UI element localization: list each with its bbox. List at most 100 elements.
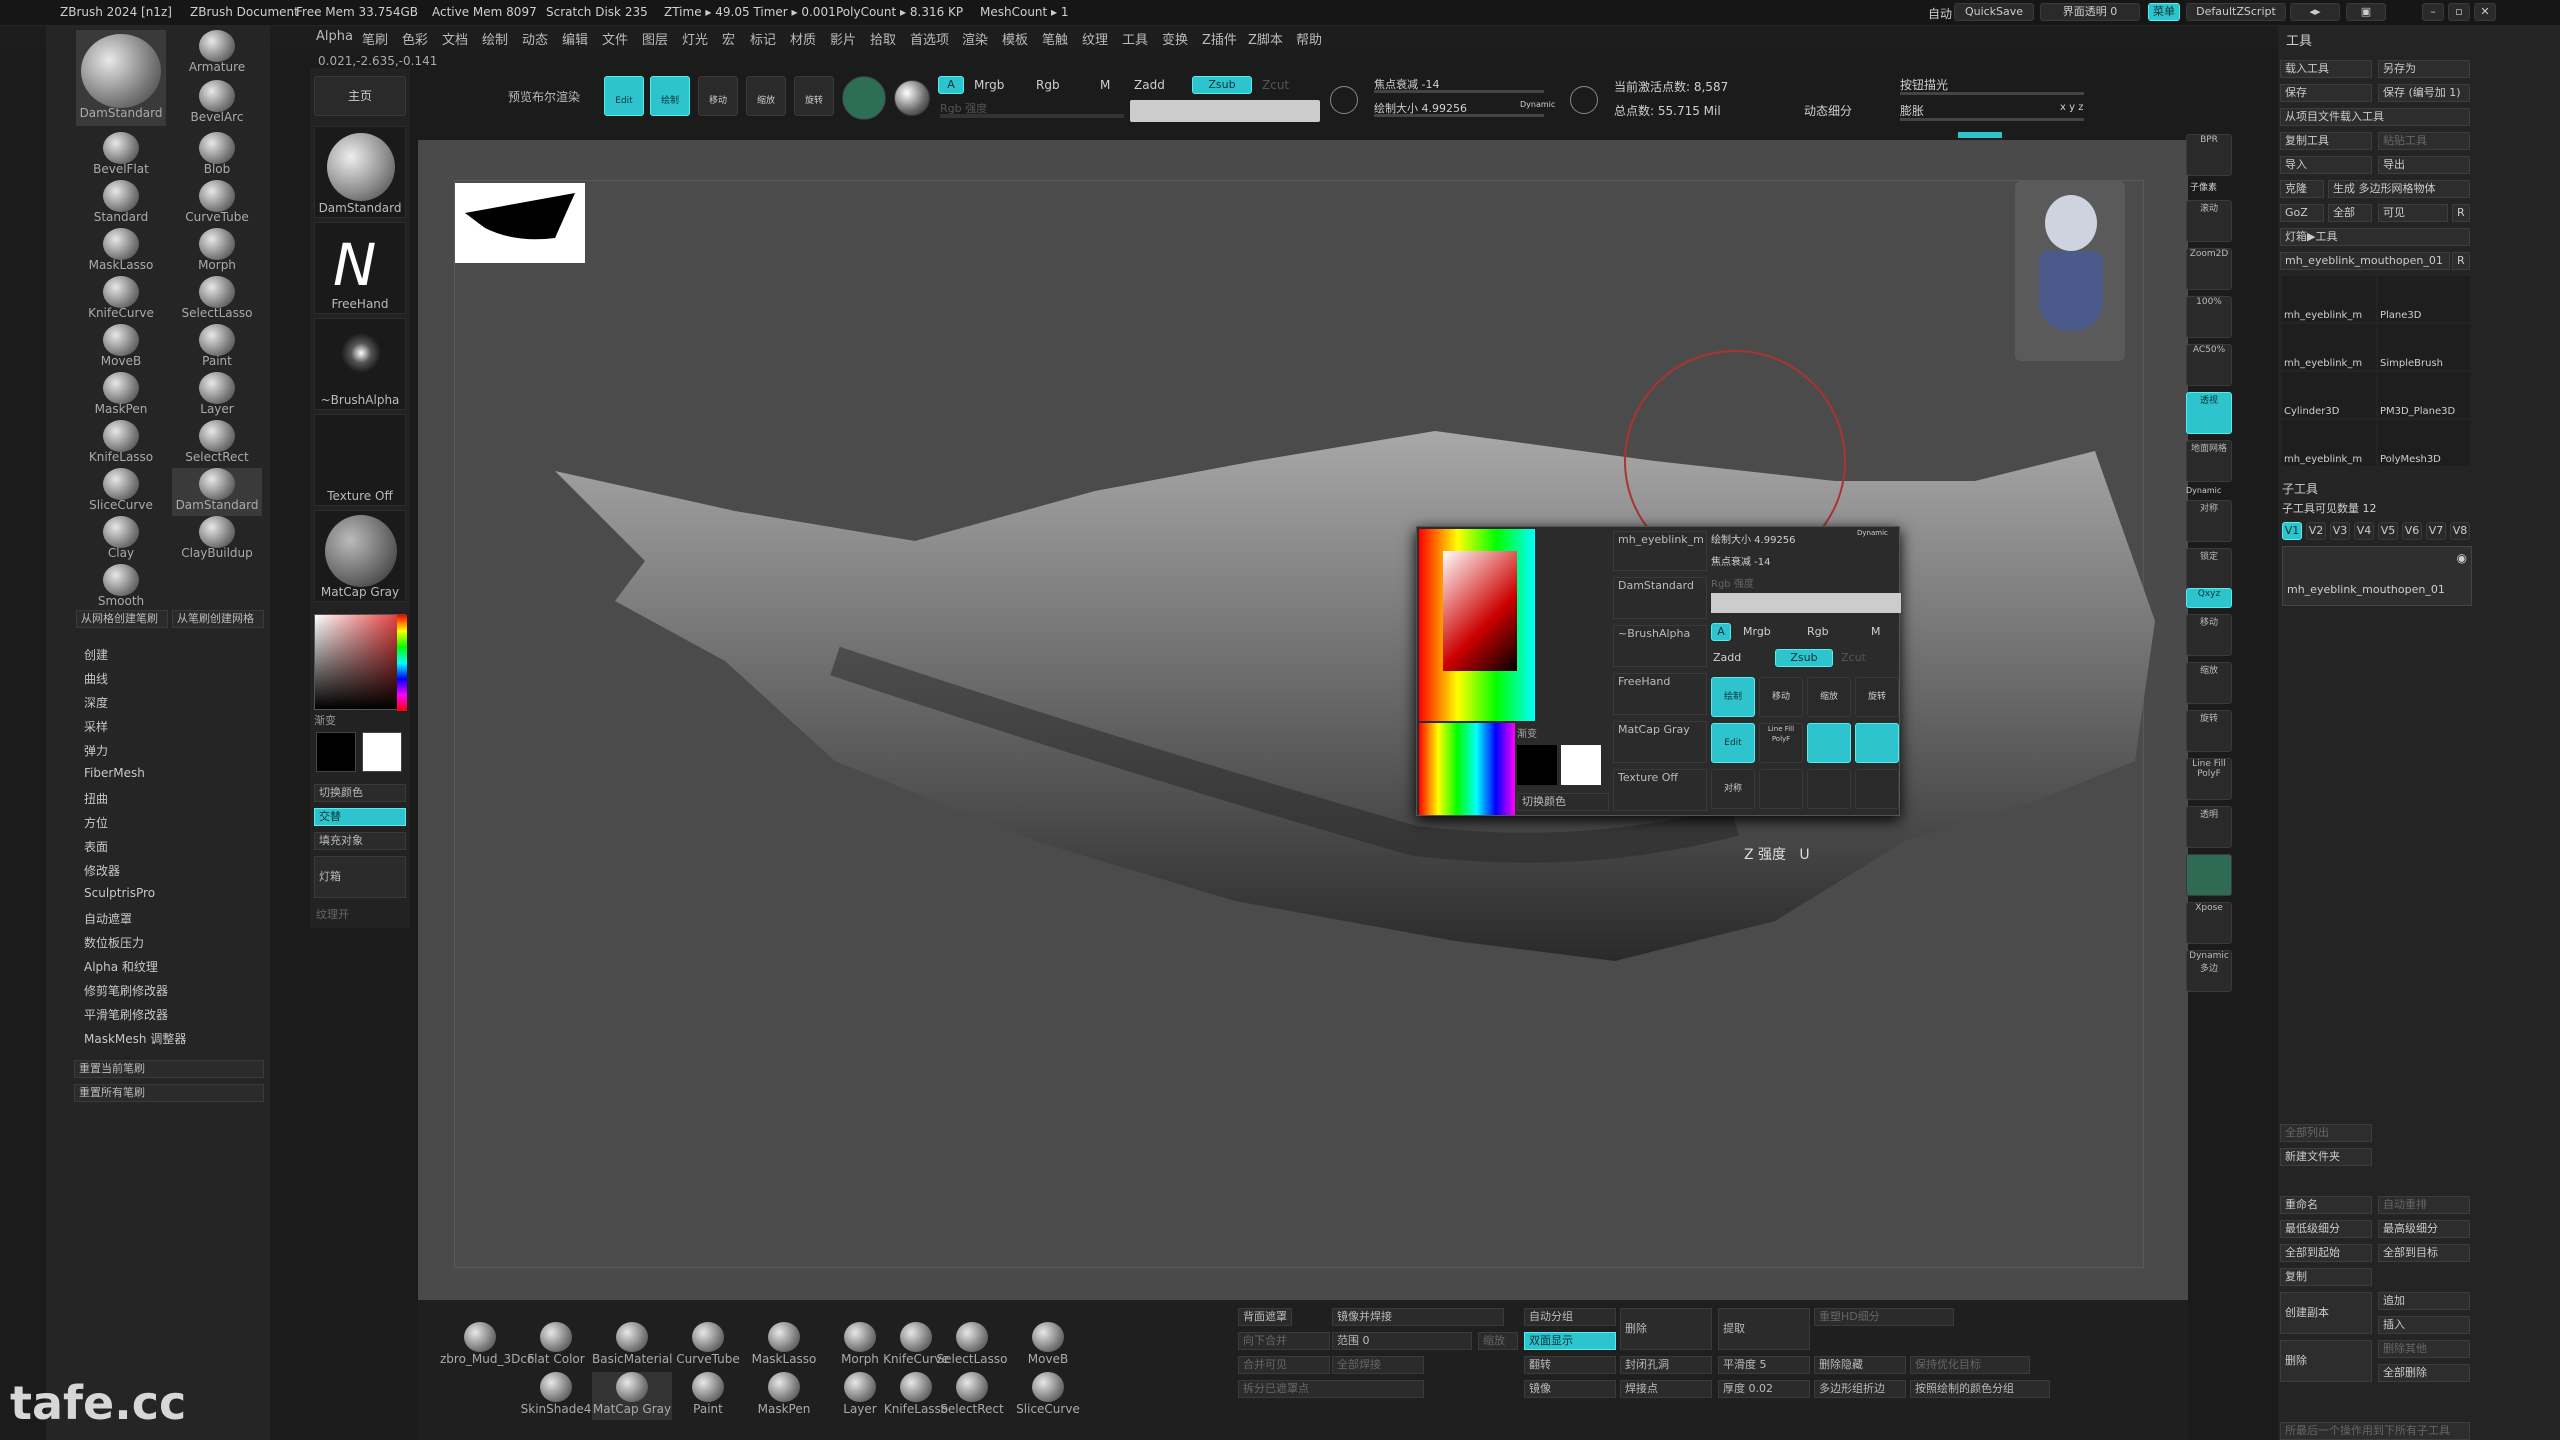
version-v5[interactable]: V5 [2378, 522, 2398, 540]
bottom-tool-selectlasso[interactable]: SelectLasso [932, 1322, 1012, 1370]
brush-damstandard-2[interactable]: DamStandard [172, 468, 262, 516]
focal-shift-slider[interactable] [1374, 90, 1544, 93]
material-sphere-icon[interactable] [894, 80, 930, 116]
menu-tablet-pressure[interactable]: 数位板压力 [84, 934, 144, 951]
split-masked-button[interactable]: 拆分已遮罩点 [1238, 1380, 1424, 1398]
bool-render-label[interactable]: 预览布尔渲染 [508, 88, 580, 105]
popup-frame-icon[interactable] [1855, 769, 1899, 809]
mirror-weld-button[interactable]: 镜像并焊接 [1332, 1308, 1504, 1326]
menu-item[interactable]: 工具 [1122, 29, 1148, 48]
shelf-rotate-button[interactable]: 旋转 [2186, 710, 2232, 752]
version-v4[interactable]: V4 [2354, 522, 2374, 540]
xyz-axes[interactable]: x y z [2060, 102, 2083, 113]
flip-button[interactable]: 翻转 [1524, 1356, 1616, 1374]
reproject-hd-button[interactable]: 重塑HD细分 [1814, 1308, 1954, 1326]
delete-button[interactable]: 删除 [1620, 1308, 1712, 1350]
duplicate-button[interactable]: 复制 [2280, 1268, 2372, 1286]
tool-thumb-3[interactable]: mh_eyeblink_m [2282, 324, 2376, 370]
brush-clay[interactable]: Clay [76, 516, 166, 564]
popup-zoom-icon[interactable] [1759, 769, 1803, 809]
weld-points-button[interactable]: 焊接点 [1620, 1380, 1712, 1398]
popup-switch-color[interactable]: 切换颜色 [1517, 793, 1609, 811]
smooth-slider[interactable]: 平滑度 5 [1718, 1356, 1810, 1374]
window-tiles-icon[interactable]: ▣ [2346, 3, 2386, 21]
fill-object-button[interactable]: 填充对象 [314, 832, 406, 850]
weld-all-button[interactable]: 全部焊接 [1332, 1356, 1424, 1374]
auto-groups-button[interactable]: 自动分组 [1524, 1308, 1616, 1326]
menu-twist[interactable]: 扭曲 [84, 790, 108, 807]
tool-thumb-2[interactable]: Plane3D [2378, 276, 2470, 322]
group-by-color-button[interactable]: 按照绘制的颜色分组 [1910, 1380, 2050, 1398]
tool-thumb-1[interactable]: mh_eyeblink_m [2282, 276, 2376, 322]
delete-all-button[interactable]: 全部删除 [2378, 1364, 2470, 1382]
preserve-target-button[interactable]: 保持优化目标 [1910, 1356, 2030, 1374]
goz-all-button[interactable]: 全部 [2328, 204, 2372, 222]
m-toggle[interactable]: M [1100, 78, 1110, 92]
save-inc-button[interactable]: 保存 (编号加 1) [2378, 84, 2470, 102]
auto-reorder-button[interactable]: 自动重排 [2378, 1196, 2470, 1214]
menu-item[interactable]: 拾取 [870, 29, 896, 48]
tool-thumb-6[interactable]: PM3D_Plane3D [2378, 372, 2470, 418]
brush-smooth[interactable]: Smooth [76, 564, 166, 612]
version-v6[interactable]: V6 [2402, 522, 2422, 540]
version-v3[interactable]: V3 [2330, 522, 2350, 540]
merge-visible-button[interactable]: 合并可见 [1238, 1356, 1330, 1374]
brush-masklasso[interactable]: MaskLasso [76, 228, 166, 276]
brush-morph[interactable]: Morph [172, 228, 262, 276]
bottom-tool-curvetube[interactable]: CurveTube [668, 1322, 748, 1370]
a-toggle[interactable]: A [938, 76, 964, 94]
gizmo-icon[interactable] [842, 76, 886, 120]
polygroup-crease-button[interactable]: 多边形组折边 [1814, 1380, 1906, 1398]
popup-main-color[interactable] [1561, 745, 1601, 785]
all-to-start-button[interactable]: 全部到起始 [2280, 1244, 2372, 1262]
dynamic-poly-button[interactable]: Dynamic 多边 [2186, 950, 2232, 992]
menu-sculptrispro[interactable]: SculptrisPro [84, 886, 155, 900]
menu-item[interactable]: 标记 [750, 29, 776, 48]
popup-brush[interactable]: DamStandard [1613, 577, 1707, 619]
bottom-tool-matcapgray[interactable]: MatCap Gray [592, 1372, 672, 1420]
layout-icon[interactable]: ◂▸ [2290, 3, 2340, 21]
menu-item[interactable]: 影片 [830, 29, 856, 48]
brush-moveb[interactable]: MoveB [76, 324, 166, 372]
bottom-tool-mud[interactable]: zbro_Mud_3Dco [440, 1322, 534, 1370]
bottom-tool-skinshade[interactable]: SkinShade4 [516, 1372, 596, 1420]
version-v1[interactable]: V1 [2282, 522, 2302, 540]
popup-sym[interactable]: 对称 [1711, 769, 1755, 809]
menu-item[interactable]: 渲染 [962, 29, 988, 48]
stroke-slot[interactable]: Ν FreeHand [314, 222, 406, 314]
actual-button[interactable]: 100% [2186, 296, 2232, 338]
bottom-tool-flatcolor[interactable]: Flat Color [516, 1322, 596, 1370]
menu-item[interactable]: 动态 [522, 29, 548, 48]
shelf-scale-button[interactable]: 缩放 [2186, 662, 2232, 704]
load-from-project-button[interactable]: 从项目文件载入工具 [2280, 108, 2470, 126]
draw-size-slider[interactable] [1374, 114, 1544, 117]
menu-item[interactable]: 绘制 [482, 29, 508, 48]
version-v7[interactable]: V7 [2426, 522, 2446, 540]
minimize-icon[interactable]: – [2422, 3, 2444, 21]
menu-item[interactable]: 图层 [642, 29, 668, 48]
brush-knifecurve[interactable]: KnifeCurve [76, 276, 166, 324]
menu-item[interactable]: 首选项 [910, 29, 949, 48]
menu-item[interactable]: 文件 [602, 29, 628, 48]
insert-button[interactable]: 插入 [2378, 1316, 2470, 1334]
import-button[interactable]: 导入 [2280, 156, 2372, 174]
bottom-tool-basicmaterial[interactable]: BasicMaterial [592, 1322, 673, 1370]
save-as-button[interactable]: 另存为 [2378, 60, 2470, 78]
eye-icon[interactable]: ◉ [2457, 551, 2467, 565]
popup-transp-icon[interactable] [1855, 723, 1899, 763]
bottom-tool-masklasso[interactable]: MaskLasso [744, 1322, 824, 1370]
brush-paint[interactable]: Paint [172, 324, 262, 372]
highest-subdiv-button[interactable]: 最高级细分 [2378, 1220, 2470, 1238]
color-picker[interactable] [314, 614, 407, 711]
default-script[interactable]: DefaultZScript [2186, 3, 2286, 21]
brush-blob[interactable]: Blob [172, 132, 262, 180]
current-brush-slot[interactable]: DamStandard [314, 126, 406, 218]
menu-item[interactable]: 模板 [1002, 29, 1028, 48]
menu-item[interactable]: 笔触 [1042, 29, 1068, 48]
subtool-header[interactable]: 子工具 [2282, 480, 2318, 497]
scale-slider[interactable]: 缩放 [1478, 1332, 1518, 1350]
popup-zadd[interactable]: Zadd [1713, 651, 1741, 664]
popup-scale[interactable]: 缩放 [1807, 677, 1851, 717]
main-color-swatch[interactable] [362, 732, 402, 772]
popup-edit[interactable]: Edit [1711, 723, 1755, 763]
